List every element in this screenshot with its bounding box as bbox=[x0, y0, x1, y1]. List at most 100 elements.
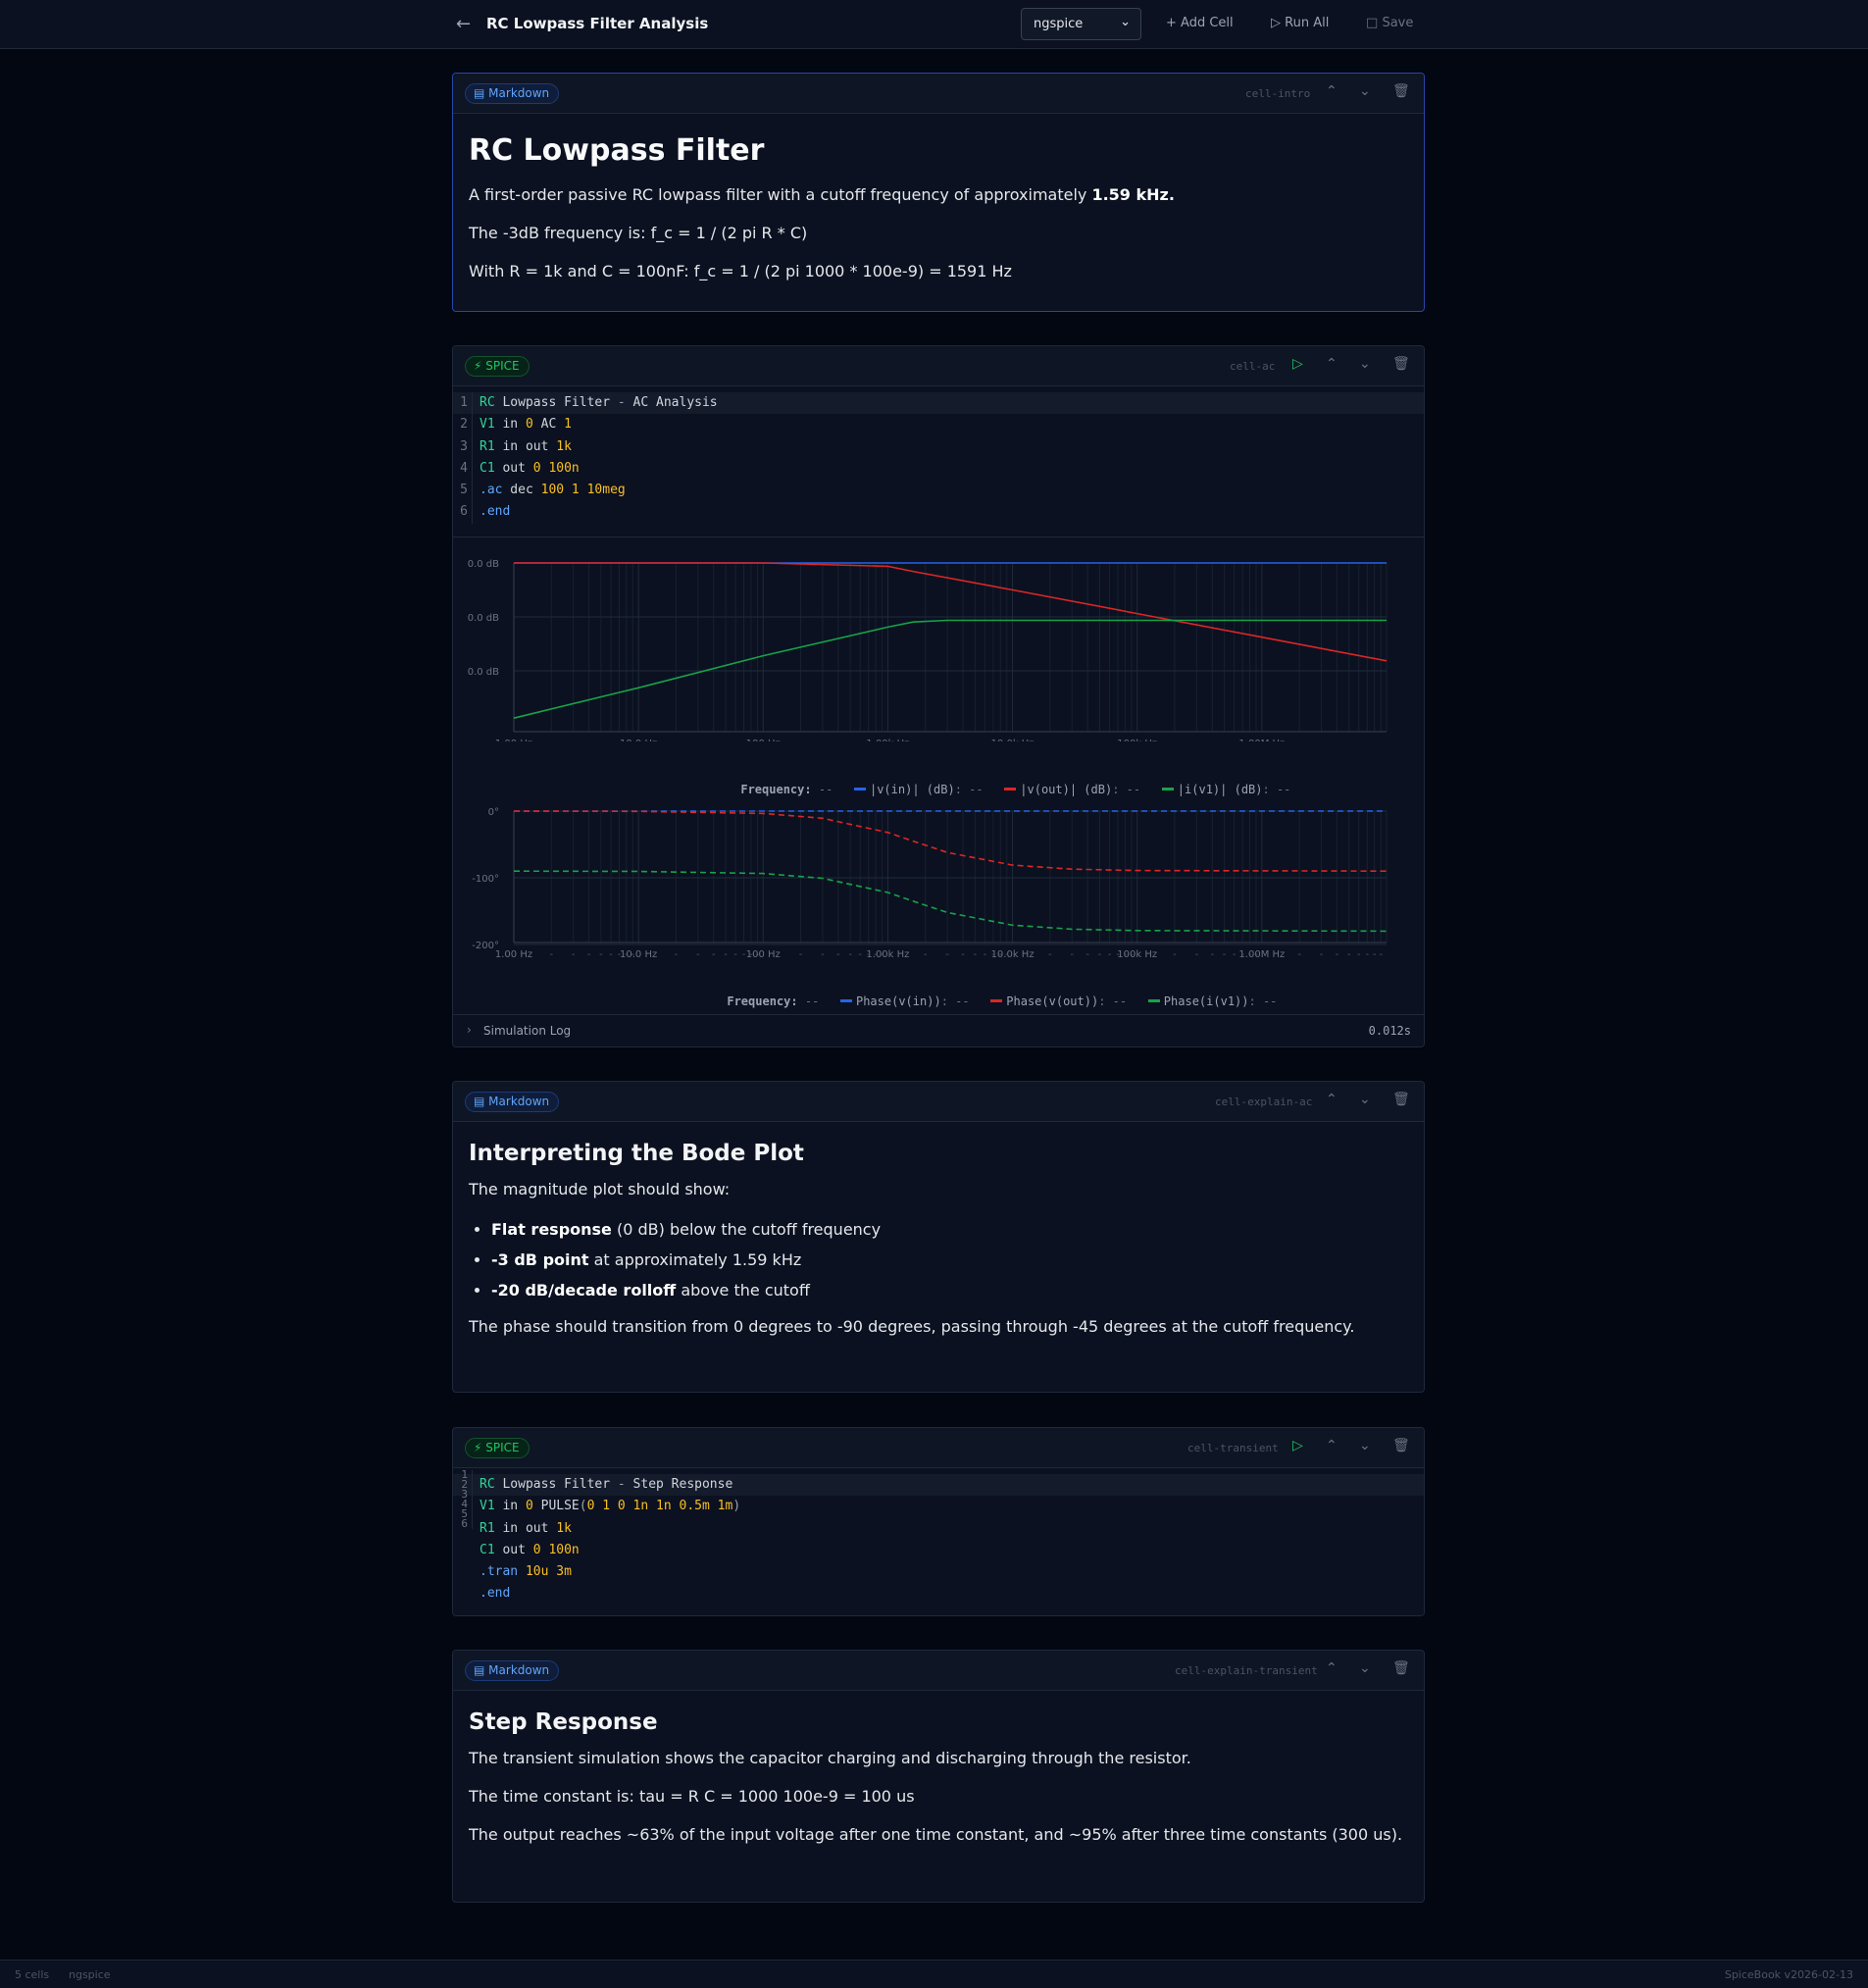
markdown-content[interactable]: RC Lowpass Filter A first-order passive … bbox=[453, 133, 1424, 284]
x-minor-tick: - bbox=[1116, 739, 1120, 741]
x-minor-tick: - bbox=[631, 949, 635, 960]
phase-plot[interactable]: 0°-100°-200°1.00 Hz 10.0 Hz 100 Hz 1.00k Hz… bbox=[453, 797, 1424, 964]
x-tick-label: 1.00M Hz bbox=[1238, 739, 1285, 741]
list-item: Flat response (0 dB) below the cutoff fr… bbox=[491, 1214, 1408, 1245]
line-number: 5 bbox=[460, 483, 468, 498]
move-down-icon[interactable]: ⌄ bbox=[1359, 83, 1371, 99]
y-tick-label: 0.0 dB bbox=[468, 613, 499, 624]
move-down-icon[interactable]: ⌄ bbox=[1359, 1438, 1371, 1453]
delete-icon[interactable]: 🗑 bbox=[1392, 1438, 1410, 1453]
move-up-icon[interactable]: ⌃ bbox=[1326, 1438, 1338, 1453]
cell-ac[interactable]: ⚡ SPICE cell-ac ▷ ⌃ ⌄ 🗑 1 2 3 4 5 6 RC L… bbox=[452, 345, 1425, 1047]
series-line bbox=[513, 619, 1387, 719]
legend-swatch bbox=[853, 788, 866, 790]
paragraph-text: A first-order passive RC lowpass filter … bbox=[469, 185, 1092, 204]
x-minor-tick: - bbox=[1373, 739, 1377, 741]
x-minor-tick: - bbox=[1336, 949, 1339, 960]
x-minor-tick: - bbox=[599, 949, 603, 960]
cell-explain-transient[interactable]: ▤ Markdown cell-explain-transient ⌃ ⌄ 🗑 … bbox=[452, 1650, 1425, 1903]
run-all-button[interactable]: ▷ Run All bbox=[1271, 16, 1329, 30]
status-engine: ngspice bbox=[69, 1968, 111, 1981]
x-minor-tick: - bbox=[874, 739, 878, 741]
spice-badge: ⚡ SPICE bbox=[465, 356, 530, 377]
badge-label: Markdown bbox=[488, 1095, 550, 1108]
x-minor-tick: - bbox=[549, 949, 553, 960]
legend-series-value: -- bbox=[1262, 994, 1278, 1008]
x-minor-tick: - bbox=[1098, 739, 1102, 741]
x-minor-tick: - bbox=[1254, 739, 1258, 741]
x-minor-tick: - bbox=[631, 739, 635, 741]
heading: Step Response bbox=[469, 1709, 658, 1735]
x-tick-label: 10.0k Hz bbox=[991, 739, 1035, 741]
save-button[interactable]: □ Save bbox=[1366, 16, 1413, 30]
run-all-label: Run All bbox=[1285, 16, 1330, 30]
cell-id: cell-explain-ac bbox=[1215, 1096, 1313, 1108]
x-minor-tick: - bbox=[858, 949, 862, 960]
code-editor[interactable]: 1 2 3 4 5 6 RC Lowpass Filter - AC Analy… bbox=[453, 386, 1424, 536]
line-number: 4 bbox=[460, 460, 468, 476]
cell-id: cell-transient bbox=[1187, 1442, 1279, 1454]
x-minor-tick: - bbox=[749, 949, 753, 960]
engine-select[interactable]: ngspice ⌄ bbox=[1021, 8, 1141, 40]
move-up-icon[interactable]: ⌃ bbox=[1326, 83, 1338, 99]
app-version: SpiceBook v2026-02-13 bbox=[1724, 1968, 1853, 1981]
back-arrow-icon[interactable]: ← bbox=[456, 14, 471, 34]
x-minor-tick: - bbox=[1173, 739, 1177, 741]
x-minor-tick: - bbox=[712, 949, 716, 960]
move-down-icon[interactable]: ⌄ bbox=[1359, 1660, 1371, 1676]
line-number: 2 bbox=[460, 417, 468, 433]
bullet-list: Flat response (0 dB) below the cutoff fr… bbox=[491, 1214, 1408, 1305]
add-cell-label: Add Cell bbox=[1181, 16, 1234, 30]
x-minor-tick: - bbox=[1005, 739, 1009, 741]
x-minor-tick: - bbox=[724, 739, 728, 741]
plus-icon: + bbox=[1166, 16, 1177, 30]
cell-id: cell-ac bbox=[1230, 360, 1276, 373]
x-tick-label: 1.00k Hz bbox=[866, 949, 909, 960]
delete-icon[interactable]: 🗑 bbox=[1392, 356, 1410, 372]
simulation-log-toggle[interactable]: › Simulation Log 0.012s bbox=[453, 1014, 1424, 1046]
x-minor-tick: - bbox=[572, 739, 576, 741]
x-minor-tick: - bbox=[945, 739, 949, 741]
cell-header: ⚡ SPICE cell-ac ▷ ⌃ ⌄ 🗑 bbox=[453, 346, 1424, 386]
move-up-icon[interactable]: ⌃ bbox=[1326, 356, 1338, 372]
run-cell-icon[interactable]: ▷ bbox=[1292, 1438, 1303, 1453]
x-minor-tick: - bbox=[618, 739, 622, 741]
x-minor-tick: - bbox=[984, 949, 987, 960]
markdown-content[interactable]: Interpreting the Bode Plot The magnitude… bbox=[453, 1141, 1424, 1340]
run-cell-icon[interactable]: ▷ bbox=[1292, 356, 1303, 372]
x-minor-tick: - bbox=[961, 949, 965, 960]
x-minor-tick: - bbox=[1357, 739, 1361, 741]
move-up-icon[interactable]: ⌃ bbox=[1326, 1660, 1338, 1676]
x-minor-tick: - bbox=[1210, 949, 1214, 960]
markdown-content[interactable]: Step Response The transient simulation s… bbox=[453, 1709, 1424, 1848]
paragraph: With R = 1k and C = 100nF: f_c = 1 / (2 … bbox=[469, 262, 1012, 280]
x-minor-tick: - bbox=[1297, 739, 1301, 741]
delete-icon[interactable]: 🗑 bbox=[1392, 83, 1410, 99]
x-minor-tick: - bbox=[1116, 949, 1120, 960]
add-cell-button[interactable]: + Add Cell bbox=[1166, 16, 1234, 30]
x-tick-label: 1.00M Hz bbox=[1238, 949, 1285, 960]
x-minor-tick: - bbox=[821, 739, 825, 741]
delete-icon[interactable]: 🗑 bbox=[1392, 1092, 1410, 1107]
x-tick-label: 1.00 Hz bbox=[495, 949, 532, 960]
cell-intro[interactable]: ▤ Markdown cell-intro ⌃ ⌄ 🗑 RC Lowpass F… bbox=[452, 73, 1425, 312]
x-minor-tick: - bbox=[1240, 739, 1244, 741]
heading: Interpreting the Bode Plot bbox=[469, 1141, 804, 1166]
magnitude-plot[interactable]: 0.0 dB0.0 dB0.0 dB1.00 Hz10.0 Hz100 Hz1.… bbox=[453, 537, 1424, 741]
x-minor-tick: - bbox=[1373, 949, 1377, 960]
cell-transient[interactable]: ⚡ SPICE cell-transient ▷ ⌃ ⌄ 🗑 1 2 3 4 5… bbox=[452, 1427, 1425, 1616]
x-minor-tick: - bbox=[756, 739, 760, 741]
x-minor-tick: - bbox=[733, 949, 737, 960]
x-minor-tick: - bbox=[742, 949, 746, 960]
code-line: C1 out 0 100n bbox=[480, 460, 580, 476]
x-minor-tick: - bbox=[618, 949, 622, 960]
x-minor-tick: - bbox=[961, 739, 965, 741]
code-editor[interactable]: 1 2 3 4 5 6 RC Lowpass Filter - Step Res… bbox=[453, 1468, 1424, 1615]
move-down-icon[interactable]: ⌄ bbox=[1359, 356, 1371, 372]
move-down-icon[interactable]: ⌄ bbox=[1359, 1092, 1371, 1107]
x-minor-tick: - bbox=[1124, 739, 1128, 741]
lightning-icon: ⚡ bbox=[474, 359, 482, 373]
cell-explain-ac[interactable]: ▤ Markdown cell-explain-ac ⌃ ⌄ 🗑 Interpr… bbox=[452, 1081, 1425, 1393]
move-up-icon[interactable]: ⌃ bbox=[1326, 1092, 1338, 1107]
delete-icon[interactable]: 🗑 bbox=[1392, 1660, 1410, 1676]
